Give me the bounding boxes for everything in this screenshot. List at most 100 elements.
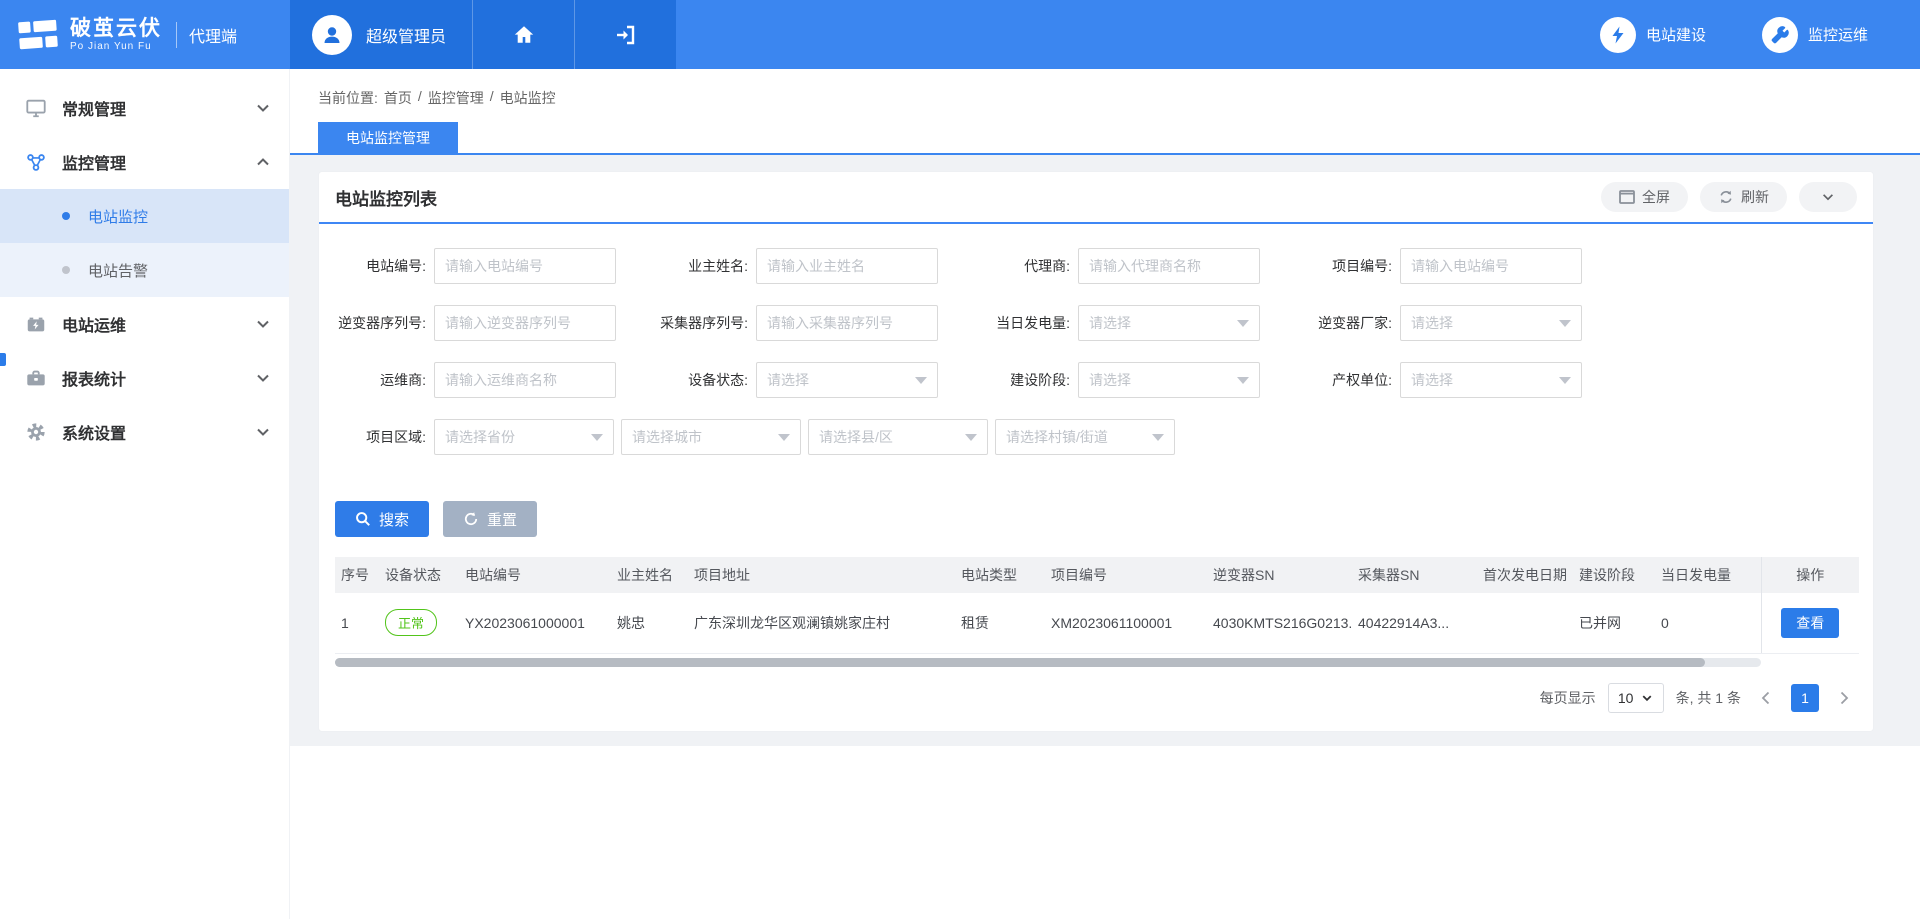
- cell-station-no: YX2023061000001: [459, 593, 611, 653]
- province-select[interactable]: 请选择省份: [434, 419, 614, 455]
- brand-divider: [176, 22, 177, 48]
- prev-page-button[interactable]: [1753, 685, 1779, 711]
- agent-input[interactable]: [1078, 248, 1260, 284]
- device-status-select[interactable]: 请选择: [756, 362, 938, 398]
- property-unit-select[interactable]: 请选择: [1400, 362, 1582, 398]
- select-placeholder: 请选择: [1411, 370, 1453, 390]
- sidebar-item-general[interactable]: 常规管理: [0, 81, 289, 135]
- filter-label: 代理商:: [979, 256, 1078, 276]
- network-icon: [24, 150, 48, 174]
- caret-down-icon: [778, 434, 790, 441]
- station-monitor-card: 电站监控列表 全屏: [318, 171, 1874, 732]
- select-placeholder: 请选择县/区: [819, 427, 893, 447]
- collapse-button[interactable]: [1799, 182, 1857, 212]
- quick-link-monitor-ops[interactable]: 监控运维: [1762, 17, 1868, 53]
- quick-link-station-build[interactable]: 电站建设: [1600, 17, 1706, 53]
- sidebar-item-label: 系统设置: [62, 420, 255, 444]
- caret-down-icon: [1641, 692, 1653, 704]
- ops-vendor-input[interactable]: [434, 362, 616, 398]
- page-number-1[interactable]: 1: [1791, 684, 1819, 712]
- logout-button[interactable]: [574, 0, 676, 69]
- station-no-input[interactable]: [434, 248, 616, 284]
- daily-power-select[interactable]: 请选择: [1078, 305, 1260, 341]
- chevron-down-icon: [255, 424, 271, 440]
- city-select[interactable]: 请选择城市: [621, 419, 801, 455]
- filter-build-stage: 建设阶段: 请选择: [979, 362, 1262, 398]
- pagination: 每页显示 10 条, 共 1 条 1: [319, 667, 1873, 731]
- breadcrumb-item-station-monitor[interactable]: 电站监控: [500, 88, 556, 108]
- fullscreen-icon: [1619, 190, 1635, 204]
- sidebar-item-monitor-mgmt[interactable]: 监控管理: [0, 135, 289, 189]
- filter-property-unit: 产权单位: 请选择: [1301, 362, 1584, 398]
- town-select[interactable]: 请选择村镇/街道: [995, 419, 1175, 455]
- table-header-row: 序号 设备状态 电站编号 业主姓名 项目地址 电站类型 项目编号 逆变器SN 采…: [335, 557, 1859, 593]
- cell-first-power-date: [1477, 593, 1573, 653]
- filter-inverter-sn: 逆变器序列号:: [335, 305, 618, 341]
- briefcase-icon: [24, 366, 48, 390]
- total-label: 条, 共 1 条: [1676, 688, 1741, 708]
- home-button[interactable]: [472, 0, 574, 69]
- sidebar-item-station-ops[interactable]: 电站运维: [0, 297, 289, 351]
- cell-address: 广东深圳龙华区观澜镇姚家庄村: [688, 593, 955, 653]
- reset-button[interactable]: 重置: [443, 501, 537, 537]
- caret-down-icon: [591, 434, 603, 441]
- next-page-button[interactable]: [1831, 685, 1857, 711]
- refresh-button[interactable]: 刷新: [1700, 182, 1787, 212]
- select-placeholder: 请选择: [767, 370, 809, 390]
- scrollbar-thumb[interactable]: [335, 658, 1705, 667]
- per-page-label: 每页显示: [1540, 688, 1596, 708]
- col-station-type: 电站类型: [955, 557, 1045, 593]
- caret-down-icon: [1559, 377, 1571, 384]
- top-header: 破茧云伏 Po Jian Yun Fu 代理端 超级管理员: [0, 0, 1920, 69]
- col-action: 操作: [1761, 557, 1859, 593]
- lightning-icon: [1600, 17, 1636, 53]
- caret-down-icon: [1559, 320, 1571, 327]
- filter-region-row: 项目区域: 请选择省份 请选择城市 请选择县/区: [335, 419, 1857, 455]
- horizontal-scrollbar[interactable]: [335, 658, 1761, 667]
- sidebar-item-label: 监控管理: [62, 150, 255, 174]
- breadcrumb-item-monitor-mgmt[interactable]: 监控管理: [428, 88, 484, 108]
- inverter-sn-input[interactable]: [434, 305, 616, 341]
- avatar[interactable]: [312, 15, 352, 55]
- sidebar-subitem-station-alarm[interactable]: 电站告警: [0, 243, 289, 297]
- filter-label: 运维商:: [335, 370, 434, 390]
- build-stage-select[interactable]: 请选择: [1078, 362, 1260, 398]
- table-row: 1 正常 YX2023061000001 姚忠 广东深圳龙华区观澜镇姚家庄村 租…: [335, 593, 1859, 653]
- project-no-input[interactable]: [1400, 248, 1582, 284]
- collector-sn-input[interactable]: [756, 305, 938, 341]
- app-root: 破茧云伏 Po Jian Yun Fu 代理端 超级管理员: [0, 0, 1920, 919]
- breadcrumb: 当前位置: 首页 / 监控管理 / 电站监控: [290, 69, 1920, 122]
- search-button[interactable]: 搜索: [335, 501, 429, 537]
- owner-name-input[interactable]: [756, 248, 938, 284]
- breadcrumb-item-home[interactable]: 首页: [384, 88, 412, 108]
- breadcrumb-prefix: 当前位置:: [318, 88, 378, 108]
- fullscreen-button[interactable]: 全屏: [1601, 182, 1688, 212]
- cell-daily-power: 0: [1655, 593, 1761, 653]
- caret-down-icon: [915, 377, 927, 384]
- filter-row: 运维商: 设备状态: 请选择 建设阶段:: [335, 362, 1857, 398]
- filter-label: 电站编号:: [335, 256, 434, 276]
- caret-down-icon: [1237, 377, 1249, 384]
- col-inverter-sn: 逆变器SN: [1207, 557, 1352, 593]
- user-cell[interactable]: 超级管理员: [290, 0, 472, 69]
- sidebar-subitem-station-monitor[interactable]: 电站监控: [0, 189, 289, 243]
- per-page-value: 10: [1618, 690, 1634, 706]
- filter-owner-name: 业主姓名:: [657, 248, 940, 284]
- inverter-vendor-select[interactable]: 请选择: [1400, 305, 1582, 341]
- caret-down-icon: [1152, 434, 1164, 441]
- view-button[interactable]: 查看: [1781, 608, 1839, 638]
- sidebar-item-reports[interactable]: 报表统计: [0, 351, 289, 405]
- select-placeholder: 请选择城市: [632, 427, 702, 447]
- tab-station-monitor-mgmt[interactable]: 电站监控管理: [318, 122, 458, 153]
- battery-bolt-icon: [24, 312, 48, 336]
- cell-build-stage: 已并网: [1573, 593, 1655, 653]
- district-select[interactable]: 请选择县/区: [808, 419, 988, 455]
- filter-collector-sn: 采集器序列号:: [657, 305, 940, 341]
- per-page-select[interactable]: 10: [1608, 683, 1664, 713]
- card-tools: 全屏 刷新: [1601, 182, 1857, 212]
- chevron-down-icon: [1821, 190, 1835, 204]
- reset-icon: [463, 511, 479, 527]
- user-strip: 超级管理员: [290, 0, 676, 69]
- portal-label: 代理端: [189, 23, 237, 47]
- sidebar-item-settings[interactable]: 系统设置: [0, 405, 289, 459]
